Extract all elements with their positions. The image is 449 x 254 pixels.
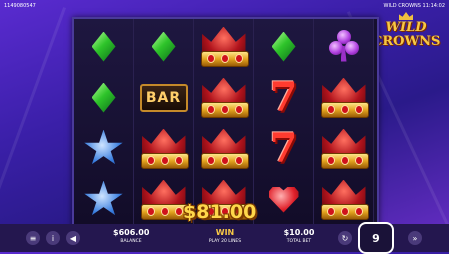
green-diamond-symbol bbox=[91, 31, 116, 62]
reels-frame: BAR 7 7 bbox=[72, 17, 379, 228]
turbo-icon: » bbox=[412, 233, 418, 243]
green-diamond-symbol bbox=[151, 31, 176, 62]
crown-symbol bbox=[199, 25, 249, 69]
reel-cell bbox=[254, 21, 313, 72]
green-diamond-symbol bbox=[91, 82, 116, 113]
menu-button[interactable]: ≡ bbox=[26, 231, 40, 245]
crown-symbol bbox=[319, 178, 369, 222]
crown-symbol bbox=[139, 127, 189, 171]
sound-button[interactable]: ◀ bbox=[66, 231, 80, 245]
balance-value: $606.00 bbox=[113, 228, 150, 237]
logo-line-1: WILD bbox=[385, 20, 427, 35]
game-title-clock: WILD CROWNS 11:14:02 bbox=[383, 3, 445, 9]
crown-icon bbox=[399, 12, 413, 20]
win-label: WIN bbox=[215, 228, 235, 237]
game-logo: WILD CROWNS bbox=[372, 12, 440, 52]
blue-star-symbol bbox=[84, 180, 123, 216]
logo-line-2: CROWNS bbox=[372, 34, 441, 49]
crown-symbol bbox=[319, 76, 369, 120]
bet-label: TOTAL BET bbox=[286, 239, 312, 244]
reel-cell bbox=[134, 21, 193, 72]
spin-count: 9 bbox=[372, 231, 380, 245]
balance-display: $606.00 BALANCE bbox=[113, 228, 149, 245]
crown-symbol bbox=[319, 127, 369, 171]
seven-symbol: 7 bbox=[269, 124, 298, 172]
blue-star-symbol bbox=[84, 129, 123, 165]
club-symbol bbox=[327, 29, 361, 64]
crown-symbol bbox=[199, 76, 249, 120]
reel-cell bbox=[314, 123, 373, 174]
session-id: 1149080547 bbox=[4, 3, 36, 9]
reel-4: 77 bbox=[254, 19, 314, 226]
reel-cell bbox=[194, 72, 253, 123]
turbo-button[interactable]: » bbox=[408, 231, 422, 245]
reel-cell bbox=[74, 72, 133, 123]
total-bet-display: $10.00 TOTAL BET bbox=[282, 228, 316, 245]
reel-cell bbox=[74, 174, 133, 225]
reel-1 bbox=[74, 19, 134, 226]
crown-symbol bbox=[199, 127, 249, 171]
win-display: WIN PLAY 20 LINES bbox=[205, 228, 245, 245]
menu-icon: ≡ bbox=[29, 233, 37, 243]
reel-cell: 7 bbox=[254, 123, 313, 174]
win-amount-overlay: $81.00 bbox=[183, 201, 257, 223]
top-info-bar: 1149080547 WILD CROWNS 11:14:02 bbox=[0, 0, 449, 10]
reel-cell bbox=[74, 123, 133, 174]
reel-cell: 7 bbox=[254, 72, 313, 123]
reel-cell bbox=[74, 21, 133, 72]
bar-symbol: BAR bbox=[139, 83, 188, 112]
info-icon: i bbox=[51, 233, 55, 243]
reel-cell: BAR bbox=[134, 72, 193, 123]
autoplay-button[interactable]: ↻ bbox=[338, 231, 352, 245]
reel-cell bbox=[194, 21, 253, 72]
spin-button[interactable]: 9 bbox=[358, 222, 394, 254]
balance-label: BALANCE bbox=[120, 239, 142, 244]
reel-cell bbox=[194, 123, 253, 174]
reel-5 bbox=[314, 19, 374, 226]
sound-icon: ◀ bbox=[69, 233, 77, 243]
reel-cell bbox=[134, 123, 193, 174]
reel-3 bbox=[194, 19, 254, 226]
reel-cell bbox=[254, 174, 313, 225]
green-diamond-symbol bbox=[271, 31, 296, 62]
seven-symbol: 7 bbox=[269, 73, 298, 121]
crown-symbol bbox=[139, 178, 189, 222]
reel-cell bbox=[314, 174, 373, 225]
bet-value: $10.00 bbox=[283, 228, 315, 237]
reel-cell bbox=[314, 21, 373, 72]
heart-symbol bbox=[268, 186, 299, 213]
info-button[interactable]: i bbox=[46, 231, 60, 245]
background-ray bbox=[0, 7, 67, 245]
lines-label: PLAY 20 LINES bbox=[208, 239, 242, 244]
reel-2: BAR bbox=[134, 19, 194, 226]
autoplay-icon: ↻ bbox=[341, 233, 349, 243]
reel-cell bbox=[314, 72, 373, 123]
